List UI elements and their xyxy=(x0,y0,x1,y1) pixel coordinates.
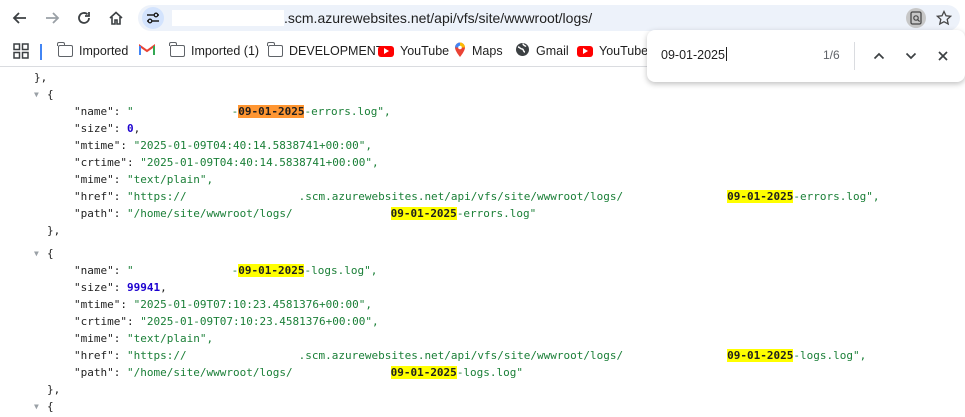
chevron-up-icon xyxy=(873,52,885,60)
bookmark-youtube-2[interactable]: YouTube xyxy=(577,41,648,61)
close-icon xyxy=(938,51,948,61)
json-row-href: "href": "https://.scm.azurewebsites.net/… xyxy=(74,190,880,203)
url-text[interactable]: .scm.azurewebsites.net/api/vfs/site/wwwr… xyxy=(284,10,592,26)
json-row-href: "href": "https://.scm.azurewebsites.net/… xyxy=(74,349,867,362)
folder-icon xyxy=(267,42,283,57)
folder-icon xyxy=(169,42,185,57)
find-divider xyxy=(854,42,855,70)
json-row-size: "size": 0, xyxy=(74,122,141,135)
back-icon[interactable] xyxy=(6,4,34,32)
find-input[interactable]: 09-01-2025 xyxy=(661,47,727,62)
star-icon[interactable] xyxy=(934,8,954,28)
json-object-close: }, xyxy=(34,71,48,84)
reload-icon[interactable] xyxy=(70,4,98,32)
json-row-crtime: "crtime": "2025-01-09T04:40:14.5838741+0… xyxy=(74,156,379,169)
address-bar[interactable]: .scm.azurewebsites.net/api/vfs/site/wwwr… xyxy=(138,5,960,31)
json-object-close: }, xyxy=(47,383,61,396)
url-redacted-host xyxy=(172,10,284,26)
json-object-open: { xyxy=(47,400,54,413)
json-object-close: }, xyxy=(47,224,61,237)
json-row-crtime: "crtime": "2025-01-09T07:10:23.4581376+0… xyxy=(74,315,379,328)
site-info-icon[interactable] xyxy=(142,7,164,29)
maps-icon xyxy=(454,42,466,61)
find-bar: 09-01-2025 1/6 xyxy=(647,30,965,82)
json-row-size: "size": 99941, xyxy=(74,281,167,294)
find-match: 09-01-2025 xyxy=(727,190,794,203)
json-row-mime: "mime": "text/plain", xyxy=(74,173,214,186)
gmail-icon xyxy=(139,43,155,59)
find-match-count: 1/6 xyxy=(823,48,840,62)
page-search-icon[interactable] xyxy=(906,8,926,28)
fold-toggle-icon[interactable]: ▼ xyxy=(34,86,44,103)
chevron-down-icon xyxy=(905,52,917,60)
find-match: 09-01-2025 xyxy=(238,264,305,277)
find-match: 09-01-2025 xyxy=(390,366,457,379)
json-object-open: { xyxy=(47,88,54,101)
bookmark-imported-1[interactable]: Imported (1) xyxy=(169,41,259,61)
text-caret xyxy=(725,47,727,61)
json-row-path: "path": "/home/site/wwwroot/logs/09-01-2… xyxy=(74,207,537,220)
json-object-open: { xyxy=(47,247,54,260)
forward-icon[interactable] xyxy=(38,4,66,32)
json-row-mtime: "mtime": "2025-01-09T04:40:14.5838741+00… xyxy=(74,139,373,152)
home-icon[interactable] xyxy=(102,4,130,32)
find-match: 09-01-2025 xyxy=(727,349,794,362)
find-previous-button[interactable] xyxy=(867,44,891,68)
json-row-mime: "mime": "text/plain", xyxy=(74,332,214,345)
bookmark-imported[interactable]: Imported xyxy=(57,41,128,61)
folder-icon xyxy=(57,42,73,57)
json-row-path: "path": "/home/site/wwwroot/logs/09-01-2… xyxy=(74,366,524,379)
fold-toggle-icon[interactable]: ▼ xyxy=(34,398,44,415)
find-next-button[interactable] xyxy=(899,44,923,68)
json-row-name: "name": " -09-01-2025-logs.log", xyxy=(74,264,378,277)
json-row-name: "name": " -09-01-2025-errors.log", xyxy=(74,105,391,118)
json-row-mtime: "mtime": "2025-01-09T07:10:23.4581376+00… xyxy=(74,298,373,311)
bookmark-youtube[interactable]: YouTube xyxy=(378,41,449,61)
bookmark-gmail-shortcut[interactable] xyxy=(139,41,155,61)
bookmarks-separator xyxy=(40,44,42,60)
globe-icon xyxy=(515,42,530,60)
bookmark-gmail[interactable]: Gmail xyxy=(515,41,569,61)
youtube-icon xyxy=(577,45,593,57)
bookmark-development[interactable]: DEVELOPMENT xyxy=(267,41,383,61)
json-viewer: }, ▼ { "name": " -09-01-2025-errors.log",… xyxy=(0,67,965,417)
youtube-icon xyxy=(378,45,394,57)
apps-grid-icon[interactable] xyxy=(13,41,29,61)
find-match: 09-01-2025 xyxy=(390,207,457,220)
find-close-button[interactable] xyxy=(931,44,955,68)
bookmark-maps[interactable]: Maps xyxy=(454,41,503,61)
fold-toggle-icon[interactable]: ▼ xyxy=(34,245,44,262)
find-match-active: 09-01-2025 xyxy=(238,105,305,118)
